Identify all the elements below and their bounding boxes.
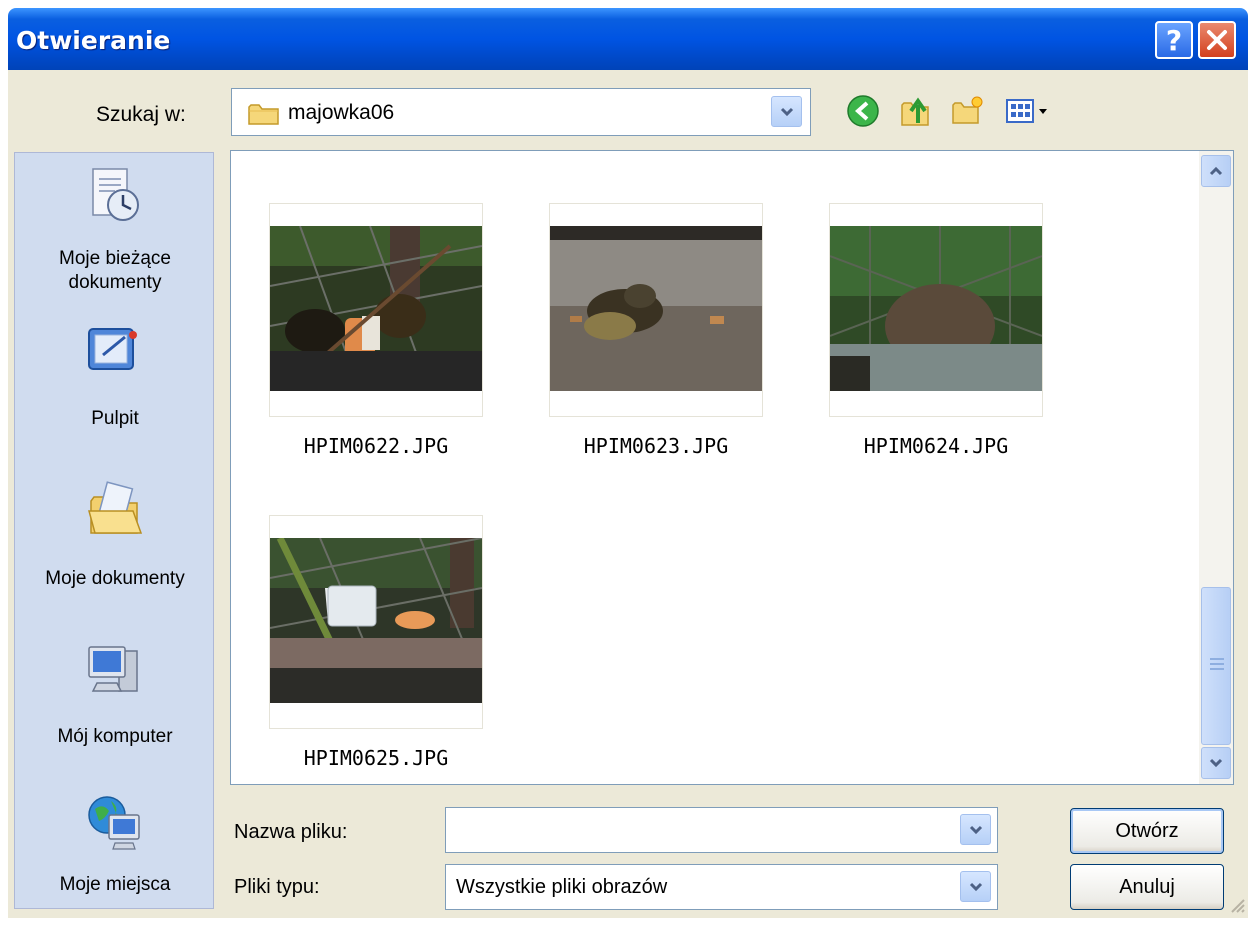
places-bar: Moje bieżące dokumenty Pulpit Moje dokum…	[14, 152, 214, 909]
place-label: Moje bieżące	[59, 248, 171, 269]
vertical-scrollbar[interactable]	[1199, 151, 1233, 784]
look-in-combo[interactable]: majowka06	[231, 88, 811, 136]
place-label: Moje miejsca	[59, 874, 171, 895]
scroll-down-button[interactable]	[1201, 747, 1231, 779]
file-thumbnail[interactable]	[829, 203, 1043, 417]
chevron-down-icon	[969, 882, 982, 891]
close-icon	[1207, 30, 1227, 50]
file-type-label: Pliki typu:	[234, 876, 320, 898]
grip-line	[1210, 663, 1224, 665]
folder-icon	[248, 104, 279, 125]
file-name: HPIM0623.JPG	[583, 434, 729, 458]
place-my-computer[interactable]: Mój komputer	[15, 641, 215, 753]
file-name-combo[interactable]	[445, 807, 998, 853]
photo-thumbnail	[830, 226, 1042, 391]
recent-documents-icon	[92, 168, 139, 221]
look-in-label: Szukaj w:	[96, 103, 186, 126]
view-menu-icon[interactable]	[1003, 93, 1051, 129]
photo-thumbnail	[270, 538, 482, 703]
file-name: HPIM0624.JPG	[863, 434, 1009, 458]
place-label: dokumenty	[68, 272, 162, 293]
file-type-value: Wszystkie pliki obrazów	[456, 876, 668, 898]
grip-line	[1210, 668, 1224, 670]
place-my-documents[interactable]: Moje dokumenty	[15, 481, 215, 603]
photo-thumbnail	[270, 226, 482, 391]
file-thumbnail[interactable]	[549, 203, 763, 417]
grip-line	[1210, 658, 1224, 660]
file-name-dropdown-button[interactable]	[960, 814, 991, 845]
resize-grip-icon[interactable]	[1228, 896, 1246, 914]
chevron-down-icon	[780, 107, 793, 116]
look-in-value: majowka06	[288, 101, 395, 124]
file-type-dropdown-button[interactable]	[960, 871, 991, 902]
back-icon[interactable]	[845, 93, 881, 129]
title-bar: Otwieranie ?	[8, 8, 1248, 70]
help-button[interactable]: ?	[1155, 21, 1193, 59]
file-thumbnail[interactable]	[269, 203, 483, 417]
place-label: Mój komputer	[57, 726, 173, 747]
place-label: Moje dokumenty	[45, 568, 185, 589]
scrollbar-thumb[interactable]	[1201, 587, 1231, 745]
file-name-label: Nazwa pliku:	[234, 821, 348, 843]
file-name: HPIM0625.JPG	[303, 746, 449, 770]
new-folder-icon[interactable]	[950, 93, 986, 129]
network-places-icon	[88, 796, 140, 850]
place-network-places[interactable]: Moje miejsca	[15, 793, 215, 905]
up-folder-icon[interactable]	[898, 93, 934, 129]
my-computer-icon	[88, 646, 138, 692]
place-recent-documents[interactable]: Moje bieżące dokumenty	[15, 165, 215, 315]
open-button[interactable]: Otwórz	[1070, 808, 1224, 854]
photo-thumbnail	[550, 226, 762, 391]
file-thumbnail[interactable]	[269, 515, 483, 729]
window-title: Otwieranie	[16, 26, 171, 55]
close-button[interactable]	[1198, 21, 1236, 59]
file-list[interactable]: HPIM0622.JPG HPIM0623.JPG HPIM0624.JPG H…	[230, 150, 1234, 785]
file-name: HPIM0622.JPG	[303, 434, 449, 458]
place-desktop[interactable]: Pulpit	[15, 323, 215, 443]
scroll-up-button[interactable]	[1201, 155, 1231, 187]
cancel-button[interactable]: Anuluj	[1070, 864, 1224, 910]
chevron-up-icon	[1209, 166, 1223, 176]
chevron-down-icon	[1209, 758, 1223, 768]
place-label: Pulpit	[91, 408, 139, 429]
desktop-icon	[88, 328, 137, 370]
look-in-dropdown-button[interactable]	[771, 96, 802, 127]
file-type-combo[interactable]: Wszystkie pliki obrazów	[445, 864, 998, 910]
my-documents-icon	[88, 481, 143, 534]
chevron-down-icon	[969, 825, 982, 834]
